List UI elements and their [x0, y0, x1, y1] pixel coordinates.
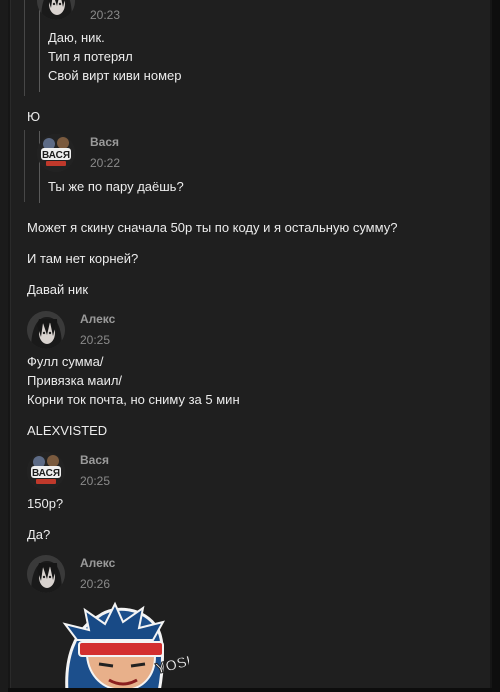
quote-line	[39, 0, 40, 92]
bottom-bar	[8, 688, 492, 692]
yosh-sticker-icon: YOSH!	[62, 601, 189, 692]
message-text: ALEXVISTED	[27, 423, 108, 438]
message-time: 20:22	[90, 156, 121, 170]
chat-panel[interactable]: 20:23 Даю, ник. Тип я потерял Свой вирт …	[10, 0, 490, 692]
aleks-avatar-icon[interactable]	[27, 555, 65, 593]
vasya-avatar-icon[interactable]: ВАСЯ	[27, 452, 65, 490]
aleks-avatar-icon[interactable]	[27, 311, 65, 349]
thread-line	[24, 0, 25, 96]
vasya-avatar-icon: ВАСЯ	[37, 134, 75, 172]
message-text: Ю	[27, 109, 41, 124]
message-text: Корни ток почта, но сниму за 5 мин	[27, 392, 240, 407]
svg-text:ВАСЯ: ВАСЯ	[32, 468, 60, 479]
message-text: Может я скину сначала 50р ты по коду и я…	[27, 220, 398, 235]
thread-line	[24, 130, 25, 202]
message-time: 20:26	[80, 577, 111, 591]
right-edge	[492, 0, 500, 692]
vasya-avatar-icon[interactable]: ВАСЯ	[37, 134, 75, 172]
message-text: Да?	[27, 527, 51, 542]
message-text: Свой вирт киви номер	[48, 68, 182, 83]
aleks-avatar-icon[interactable]	[37, 0, 75, 20]
message-text: 150р?	[27, 496, 64, 511]
message-time: 20:25	[80, 474, 111, 488]
message-text: Даю, ник.	[48, 30, 105, 45]
svg-text:ВАСЯ: ВАСЯ	[42, 150, 70, 161]
message-text: Давай ник	[27, 282, 89, 297]
yosh-sticker-icon[interactable]: YOSH!	[59, 600, 189, 692]
aleks-avatar-icon	[27, 311, 65, 349]
message-text: Фулл сумма/	[27, 354, 104, 369]
vasya-avatar-icon: ВАСЯ	[27, 452, 65, 490]
message-text: И там нет корней?	[27, 251, 139, 266]
message-text: Привязка маил/	[27, 373, 123, 388]
author-name[interactable]: Алекс	[80, 556, 115, 570]
message-text: Тип я потерял	[48, 49, 133, 64]
aleks-avatar-icon	[27, 555, 65, 593]
chat-page: 20:23 Даю, ник. Тип я потерял Свой вирт …	[0, 0, 500, 692]
message-time: 20:23	[90, 8, 121, 22]
message-time: 20:25	[80, 333, 111, 347]
author-name[interactable]: Вася	[80, 453, 109, 467]
left-edge	[0, 0, 8, 692]
aleks-avatar-icon	[37, 0, 75, 20]
message-text: Ты же по пару даёшь?	[48, 179, 184, 194]
author-name[interactable]: Алекс	[80, 312, 115, 326]
author-name[interactable]: Вася	[90, 135, 119, 149]
